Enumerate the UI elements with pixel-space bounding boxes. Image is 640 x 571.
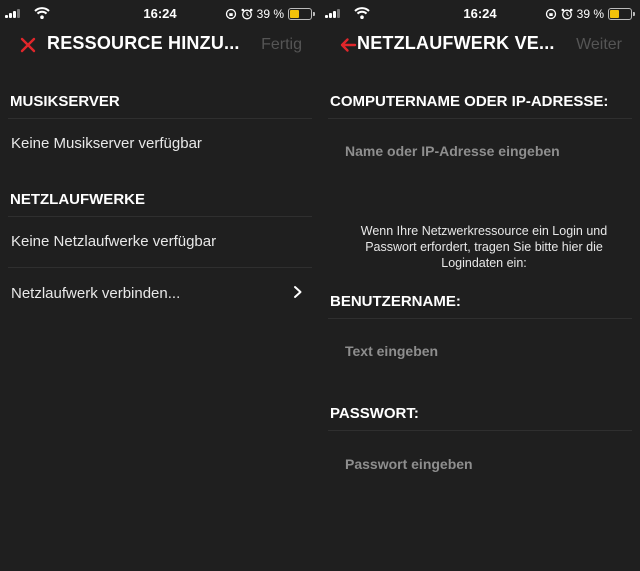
battery-icon — [608, 8, 635, 20]
done-button[interactable]: Fertig — [261, 36, 302, 54]
list-item-no-network-drives: Keine Netzlaufwerke verfügbar — [11, 233, 217, 250]
username-label: BENUTZERNAME: — [330, 293, 461, 310]
computer-name-input[interactable]: Name oder IP-Adresse eingeben — [345, 143, 560, 159]
status-right-group: 39 % — [225, 6, 315, 22]
navigation-header: RESSOURCE HINZU... Fertig — [0, 28, 320, 62]
divider — [328, 118, 632, 119]
battery-percentage: 39 % — [256, 7, 284, 21]
divider — [328, 430, 632, 431]
navigation-header: NETZLAUFWERK VE... Weiter — [320, 28, 640, 62]
back-arrow-icon[interactable] — [338, 35, 358, 55]
add-resource-screen: 16:24 39 % RESSOURCE HINZU... Fertig MUS… — [0, 0, 320, 571]
username-input[interactable]: Text eingeben — [345, 343, 438, 359]
status-right-group: 39 % — [545, 6, 635, 22]
alarm-icon — [561, 8, 573, 20]
close-icon[interactable] — [18, 35, 38, 55]
connect-network-drive-item[interactable]: Netzlaufwerk verbinden... — [11, 285, 180, 302]
password-input[interactable]: Passwort eingeben — [345, 456, 473, 472]
next-button[interactable]: Weiter — [576, 36, 622, 54]
section-heading-music-servers: MUSIKSERVER — [10, 93, 120, 110]
computer-name-label: COMPUTERNAME ODER IP-ADRESSE: — [330, 93, 609, 110]
screens: 16:24 39 % RESSOURCE HINZU... Fertig MUS… — [0, 0, 640, 571]
orientation-lock-icon — [225, 8, 236, 20]
status-bar: 16:24 39 % — [0, 0, 320, 28]
alarm-icon — [241, 8, 253, 20]
chevron-right-icon — [294, 286, 302, 298]
page-title: RESSOURCE HINZU... — [47, 33, 240, 53]
status-bar: 16:24 39 % — [320, 0, 640, 28]
battery-icon — [288, 8, 315, 20]
battery-percentage: 39 % — [576, 7, 604, 21]
divider — [328, 318, 632, 319]
divider — [8, 118, 312, 119]
password-label: PASSWORT: — [330, 405, 419, 422]
divider — [8, 216, 312, 217]
list-item-no-music-servers: Keine Musikserver verfügbar — [11, 135, 202, 152]
connect-network-drive-screen: 16:24 39 % NETZLAUFWERK VE... Weiter COM… — [320, 0, 640, 571]
page-title: NETZLAUFWERK VE... — [357, 33, 555, 53]
orientation-lock-icon — [545, 8, 556, 20]
login-info-text: Wenn Ihre Netzwerkressource ein Login un… — [360, 224, 608, 270]
divider — [8, 267, 312, 268]
section-heading-network-drives: NETZLAUFWERKE — [10, 191, 145, 208]
